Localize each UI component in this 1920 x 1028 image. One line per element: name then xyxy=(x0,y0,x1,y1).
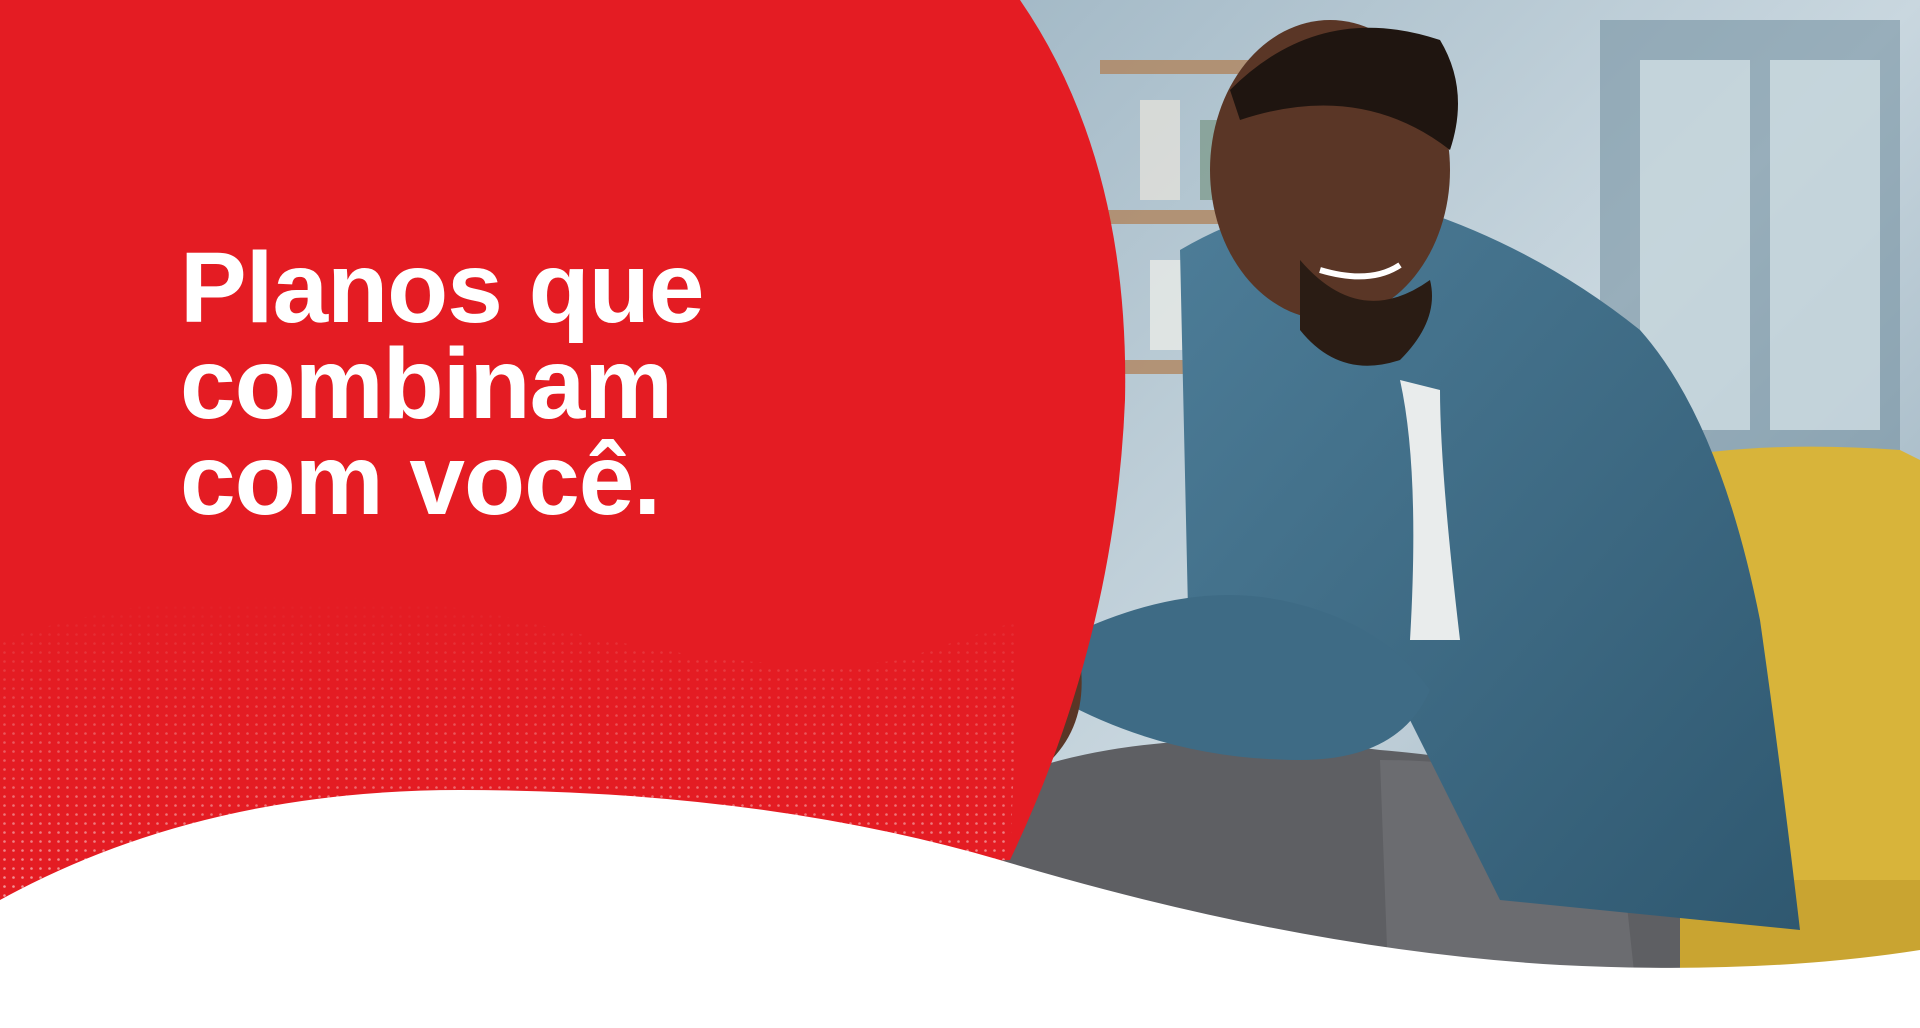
headline-line-2: combinam xyxy=(180,328,673,440)
hero-banner: Planos que combinam com você. xyxy=(0,0,1920,1028)
headline-line-3: com você. xyxy=(180,424,661,536)
hero-headline: Planos que combinam com você. xyxy=(180,232,820,536)
headline-line-1: Planos que xyxy=(180,232,704,344)
